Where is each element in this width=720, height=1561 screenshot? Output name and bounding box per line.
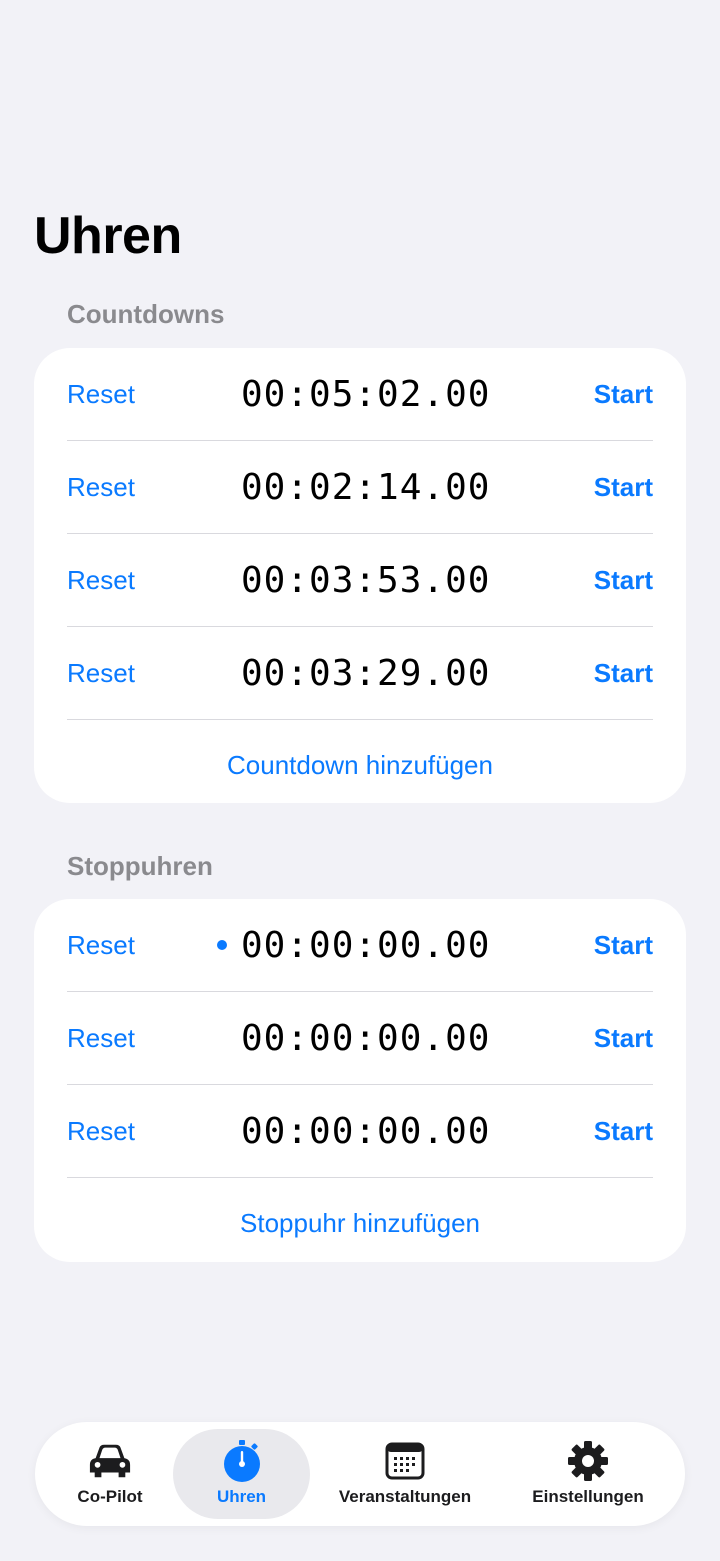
- start-button[interactable]: Start: [594, 627, 653, 719]
- stopwatches-section-header: Stoppuhren: [67, 851, 213, 881]
- start-button[interactable]: Start: [594, 348, 653, 440]
- countdown-row: Reset 00:03:53.00 Start: [34, 534, 686, 627]
- tab-bar: Co-Pilot Uhren Veranstaltungen Einstellu…: [35, 1422, 685, 1526]
- countdown-time: 00:05:02.00: [241, 373, 491, 415]
- page-title: Uhren: [34, 207, 182, 265]
- countdown-row: Reset 00:03:29.00 Start: [34, 627, 686, 720]
- tab-label: Uhren: [216, 1487, 267, 1506]
- start-button[interactable]: Start: [594, 992, 653, 1084]
- row-divider: [67, 719, 653, 720]
- tab-einstellungen[interactable]: Einstellungen: [513, 1429, 663, 1519]
- start-button[interactable]: Start: [594, 441, 653, 533]
- start-button[interactable]: Start: [594, 534, 653, 626]
- stopwatches-card: Reset 00:00:00.00 Start Reset 00:00:00.0…: [34, 899, 686, 1262]
- reset-button[interactable]: Reset: [67, 992, 135, 1084]
- tab-co-pilot[interactable]: Co-Pilot: [45, 1429, 175, 1519]
- countdowns-card: Reset 00:05:02.00 Start Reset 00:02:14.0…: [34, 348, 686, 803]
- reset-button[interactable]: Reset: [67, 534, 135, 626]
- tab-label: Veranstaltungen: [338, 1487, 472, 1506]
- stopwatch-time: 00:00:00.00: [241, 1110, 491, 1152]
- add-countdown-button[interactable]: Countdown hinzufügen: [34, 720, 686, 810]
- start-button[interactable]: Start: [594, 1085, 653, 1177]
- reset-button[interactable]: Reset: [67, 1085, 135, 1177]
- gear-icon: [566, 1439, 610, 1483]
- tab-label: Co-Pilot: [77, 1487, 143, 1506]
- running-indicator-dot: [217, 940, 227, 950]
- tab-veranstaltungen[interactable]: Veranstaltungen: [325, 1429, 485, 1519]
- row-divider: [67, 1177, 653, 1178]
- reset-button[interactable]: Reset: [67, 627, 135, 719]
- countdown-time: 00:02:14.00: [241, 466, 491, 508]
- countdown-row: Reset 00:05:02.00 Start: [34, 348, 686, 441]
- reset-button[interactable]: Reset: [67, 441, 135, 533]
- countdown-row: Reset 00:02:14.00 Start: [34, 441, 686, 534]
- calendar-icon: [383, 1439, 427, 1483]
- add-stopwatch-button[interactable]: Stoppuhr hinzufügen: [34, 1178, 686, 1268]
- start-button[interactable]: Start: [594, 899, 653, 991]
- countdown-time: 00:03:53.00: [241, 559, 491, 601]
- stopwatch-time: 00:00:00.00: [241, 924, 491, 966]
- car-icon: [88, 1439, 132, 1483]
- stopwatch-row: Reset 00:00:00.00 Start: [34, 899, 686, 992]
- stopwatch-time: 00:00:00.00: [241, 1017, 491, 1059]
- tab-uhren[interactable]: Uhren: [173, 1429, 310, 1519]
- reset-button[interactable]: Reset: [67, 348, 135, 440]
- stopwatch-icon: [220, 1439, 264, 1483]
- stopwatch-row: Reset 00:00:00.00 Start: [34, 1085, 686, 1178]
- stopwatch-row: Reset 00:00:00.00 Start: [34, 992, 686, 1085]
- tab-label: Einstellungen: [532, 1487, 644, 1506]
- countdowns-section-header: Countdowns: [67, 299, 225, 329]
- countdown-time: 00:03:29.00: [241, 652, 491, 694]
- reset-button[interactable]: Reset: [67, 899, 135, 991]
